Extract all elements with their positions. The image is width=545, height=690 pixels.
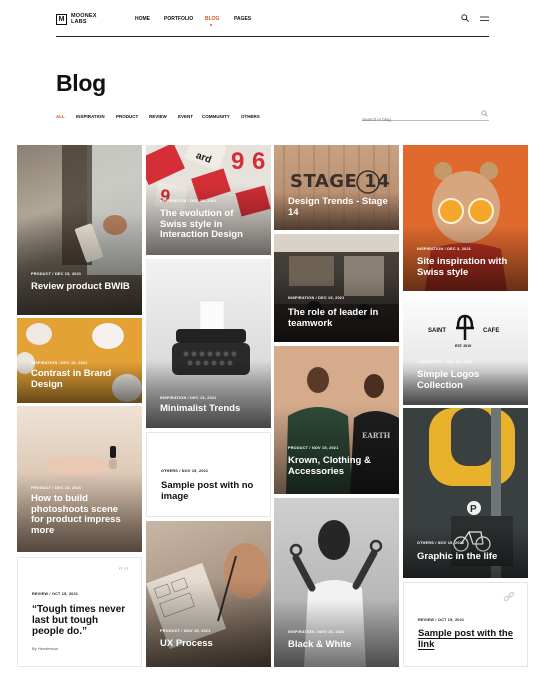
filter-inspiration[interactable]: INSPIRATION: [76, 114, 105, 119]
filter-product[interactable]: PRODUCT: [116, 114, 138, 119]
post-card-ux-process[interactable]: PRODUCT / NOV 15, 2021 UX Process: [146, 521, 271, 667]
post-card-black-white[interactable]: INSPIRATION / NOV 15, 2021 Black & White: [274, 498, 399, 667]
post-meta: PRODUCT / NOV 15, 2021: [160, 629, 211, 633]
post-title[interactable]: How to build photoshoots scene for produ…: [31, 493, 132, 536]
post-card-quote[interactable]: ““ REVIEW / OCT 15, 2021 “Tough times ne…: [17, 557, 142, 667]
post-meta: INSPIRATION / DEC 15, 2021: [160, 396, 217, 400]
svg-text:6: 6: [252, 148, 265, 175]
header-divider: [56, 36, 489, 37]
post-card-link[interactable]: REVIEW / OCT 15, 2021 Sample post with t…: [403, 582, 528, 667]
post-title[interactable]: Review product BWIB: [31, 281, 132, 293]
post-title[interactable]: Contrast in Brand Design: [31, 368, 132, 390]
filter-community[interactable]: COMMUNITY: [202, 114, 230, 119]
post-title[interactable]: UX Process: [160, 638, 261, 650]
filter-event[interactable]: EVENT: [178, 114, 193, 119]
post-meta: INSPIRATION / NOV 15, 2021: [288, 630, 345, 634]
post-title[interactable]: The role of leader in teamwork: [288, 307, 389, 329]
post-title[interactable]: The evolution of Swiss style in Interact…: [160, 208, 261, 241]
search-icon[interactable]: [481, 110, 488, 117]
sign-cafe: CAFE: [483, 328, 500, 334]
search-icon[interactable]: [461, 14, 469, 22]
post-card-minimalist[interactable]: INSPIRATION / DEC 15, 2021 Minimalist Tr…: [146, 259, 271, 428]
post-title-link[interactable]: Sample post with the link: [418, 628, 517, 650]
post-card-krown[interactable]: EARTH PRODUCT / NOV 15, 2021 Krown, Clot…: [274, 346, 399, 494]
post-byline: By Hendersion: [32, 646, 59, 651]
post-meta: PRODUCT / DEC 15, 2021: [31, 486, 82, 490]
filter-review[interactable]: REVIEW: [149, 114, 167, 119]
post-card-swiss-evolution[interactable]: ard 9 6 9 INSPIRATION / DEC 13, 2021 The…: [146, 145, 271, 255]
post-meta: INSPIRATION / DEC 15, 2021: [288, 296, 345, 300]
logo-mark: M: [56, 13, 67, 25]
logo-name-line2: LABS: [71, 19, 87, 25]
quote-icon: ““: [117, 565, 129, 578]
post-meta: INSPIRATION / DEC 3, 2021: [417, 247, 472, 251]
post-card-graphic-life[interactable]: P OTHERS / NOV 15, 2021 Graphic in the l…: [403, 408, 528, 578]
post-meta: OTHERS / NOV 15, 2021: [161, 469, 209, 473]
nav-blog[interactable]: BLOG: [205, 16, 219, 22]
post-meta: PRODUCT / DEC 15, 2021: [31, 272, 82, 276]
post-meta: INSPIRATION / DEC 15, 2021: [31, 361, 88, 365]
svg-text:P: P: [470, 504, 477, 515]
post-card-no-image[interactable]: OTHERS / NOV 15, 2021 Sample post with n…: [146, 432, 271, 517]
post-meta: REVIEW / OCT 15, 2021: [32, 592, 79, 596]
cafe-logo-icon: [456, 314, 474, 340]
post-meta: PRODUCT / NOV 15, 2021: [288, 446, 339, 450]
filter-others[interactable]: OTHERS: [241, 114, 260, 119]
nav-home[interactable]: HOME: [135, 16, 150, 22]
menu-icon[interactable]: [480, 16, 489, 22]
post-card-contrast-brand[interactable]: INSPIRATION / DEC 15, 2021 Contrast in B…: [17, 318, 142, 403]
post-title[interactable]: Design Trends - Stage 14: [288, 196, 389, 218]
post-meta: INSPIRATION / DEC 13, 2021: [160, 199, 217, 203]
post-card-design-trends[interactable]: STAGE 14 Design Trends - Stage 14: [274, 145, 399, 230]
sign-est: EST. 2019: [455, 344, 472, 348]
post-card-review-product[interactable]: PRODUCT / DEC 15, 2021 Review product BW…: [17, 145, 142, 315]
post-title[interactable]: Minimalist Trends: [160, 403, 261, 415]
search-input[interactable]: [362, 114, 472, 125]
sign-saint: SAINT: [428, 328, 446, 334]
post-card-leader-teamwork[interactable]: INSPIRATION / DEC 15, 2021 The role of l…: [274, 234, 399, 342]
nav-portfolio[interactable]: PORTFOLIO: [164, 16, 193, 22]
nav-active-dot: [210, 24, 212, 26]
link-icon: [503, 591, 515, 602]
post-meta: REVIEW / OCT 15, 2021: [418, 618, 465, 622]
post-meta: OTHERS / NOV 15, 2021: [417, 541, 465, 545]
filter-all[interactable]: ALL: [56, 114, 65, 119]
post-card-simple-logos[interactable]: SAINT CAFE EST. 2019 COMMUNITY / NOV 15,…: [403, 295, 528, 405]
page-title: Blog: [56, 70, 106, 96]
post-title[interactable]: Simple Logos Collection: [417, 369, 518, 391]
post-title[interactable]: “Tough times never last but tough people…: [32, 604, 131, 637]
post-title[interactable]: Site inspiration with Swiss style: [417, 256, 518, 278]
blog-search: [362, 108, 489, 125]
post-meta: COMMUNITY / NOV 15, 2021: [417, 360, 473, 364]
post-title[interactable]: Graphic in the life: [417, 551, 518, 563]
nav-pages[interactable]: PAGES: [234, 16, 251, 22]
post-title[interactable]: Krown, Clothing & Accessories: [288, 455, 389, 477]
post-title[interactable]: Black & White: [288, 639, 389, 651]
post-card-photoshoots[interactable]: PRODUCT / DEC 15, 2021 How to build phot…: [17, 406, 142, 552]
post-title[interactable]: Sample post with no image: [161, 480, 260, 502]
post-card-site-inspiration[interactable]: INSPIRATION / DEC 3, 2021 Site inspirati…: [403, 145, 528, 291]
svg-text:9: 9: [231, 148, 244, 175]
stage-sign-text: STAGE 14: [290, 171, 391, 192]
logo[interactable]: M MOONEX LABS: [56, 13, 97, 25]
